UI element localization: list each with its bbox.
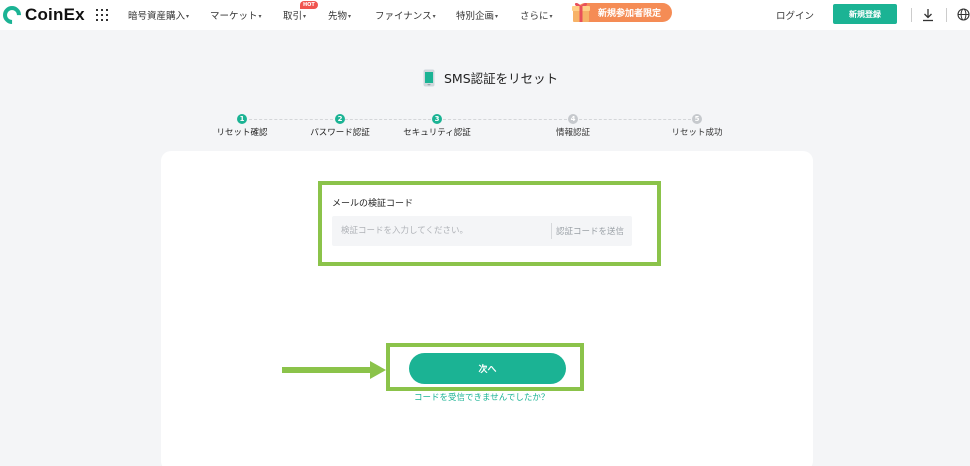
page-header: SMS認証をリセット: [423, 68, 558, 87]
nav-futures[interactable]: 先物▾: [328, 8, 351, 22]
page-title: SMS認証をリセット: [444, 71, 559, 86]
nav-markets[interactable]: マーケット▾: [210, 8, 262, 22]
step-5: 5 リセット成功: [667, 114, 727, 138]
send-code-button[interactable]: 認証コードを送信: [556, 225, 624, 237]
chevron-down-icon: ▾: [432, 13, 436, 20]
top-navbar: CoinEx 暗号資産購入▾ マーケット▾ 取引▾ HOT 先物▾ ファイナンス…: [0, 0, 970, 30]
coinex-logo-mark: [0, 2, 25, 28]
step-label: セキュリティ認証: [403, 128, 471, 138]
step-2: 2 パスワード認証: [307, 114, 373, 138]
step-number: 1: [237, 114, 247, 124]
promo-label: 新規参加者限定: [598, 9, 662, 19]
arrow-right-icon: [282, 361, 386, 379]
download-icon[interactable]: [922, 8, 934, 22]
divider: [551, 223, 552, 239]
login-link[interactable]: ログイン: [776, 8, 814, 22]
chevron-down-icon: ▾: [495, 13, 499, 20]
step-number: 5: [692, 114, 702, 124]
brand-name: CoinEx: [25, 5, 85, 24]
step-label: リセット確認: [216, 128, 268, 138]
step-4: 4 情報認証: [548, 114, 598, 138]
step-number: 4: [568, 114, 578, 124]
coinex-logo[interactable]: CoinEx: [0, 2, 85, 28]
chevron-down-icon: ▾: [258, 13, 262, 20]
register-button[interactable]: 新規登録: [833, 4, 897, 24]
step-number: 3: [432, 114, 442, 124]
nav-special[interactable]: 特別企画▾: [456, 8, 498, 22]
step-label: パスワード認証: [310, 128, 370, 138]
step-label: 情報認証: [555, 128, 590, 138]
email-code-label: メールの検証コード: [332, 199, 414, 209]
globe-icon[interactable]: [957, 8, 970, 21]
chevron-down-icon: ▾: [348, 13, 352, 20]
phone-icon: [423, 69, 435, 86]
step-label: リセット成功: [671, 128, 723, 138]
chevron-down-icon: ▾: [186, 13, 190, 20]
next-button[interactable]: 次へ: [409, 353, 566, 384]
code-not-received-link[interactable]: コードを受信できませんでしたか？: [414, 391, 549, 403]
step-3: 3 セキュリティ認証: [399, 114, 475, 138]
nav-more[interactable]: さらに▾: [520, 8, 553, 22]
gift-icon: [572, 2, 590, 22]
nav-finance[interactable]: ファイナンス▾: [375, 8, 436, 22]
nav-buy-crypto[interactable]: 暗号資産購入▾: [128, 8, 189, 22]
step-number: 2: [335, 114, 345, 124]
chevron-down-icon: ▾: [303, 13, 307, 20]
divider: [911, 8, 912, 22]
divider: [946, 8, 947, 22]
apps-grid-icon[interactable]: [96, 9, 108, 21]
nav-trade[interactable]: 取引▾: [283, 8, 306, 22]
hot-badge: HOT: [300, 1, 318, 9]
chevron-down-icon: ▾: [549, 13, 553, 20]
step-1: 1 リセット確認: [214, 114, 270, 138]
